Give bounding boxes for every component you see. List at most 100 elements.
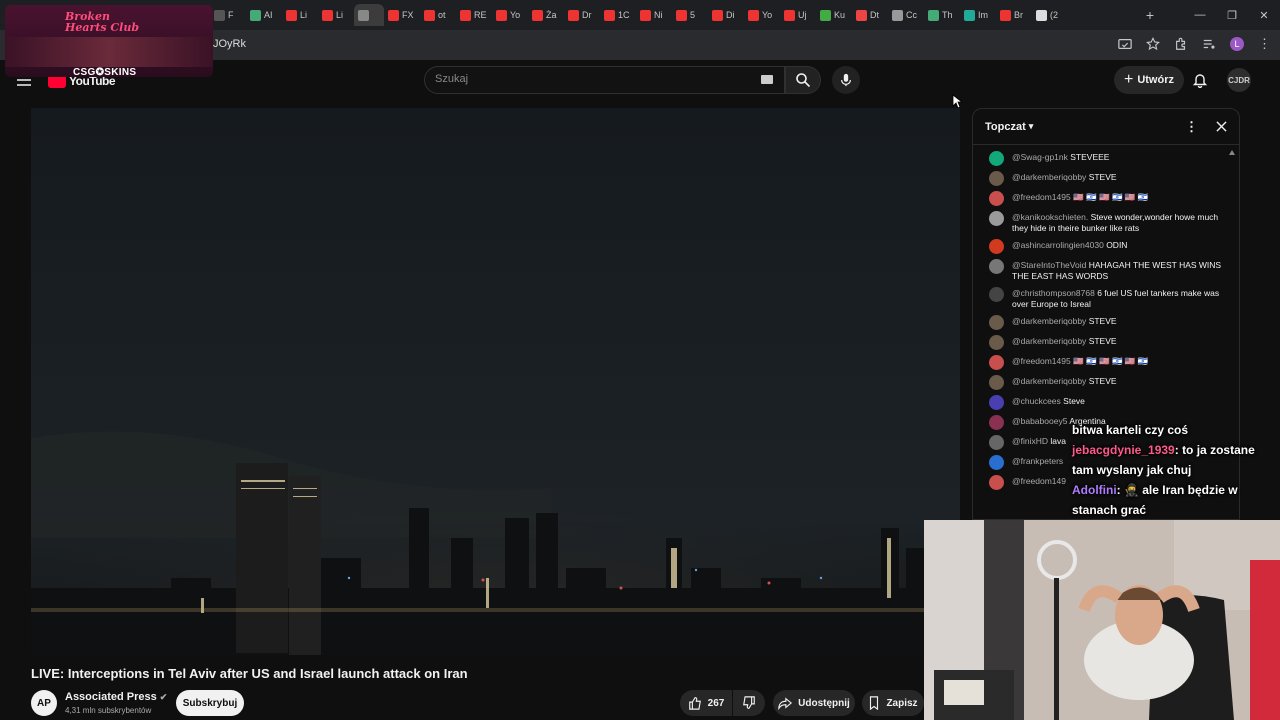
chat-author-name[interactable]: @darkemberiqobby (1012, 336, 1086, 346)
chat-author-name[interactable]: @ashincarrolingien4030 (1012, 240, 1104, 250)
browser-tab[interactable]: Ni (636, 4, 672, 26)
browser-tab[interactable]: Im (960, 4, 996, 26)
chat-mode-dropdown[interactable]: Topczat ▾ (985, 121, 1033, 133)
share-button[interactable]: Udostępnij (773, 690, 855, 716)
browser-tab[interactable]: Yo (744, 4, 780, 26)
chat-author-avatar[interactable] (989, 315, 1004, 330)
chat-author-name[interactable]: @freedom149 (1012, 476, 1066, 486)
tab-favicon-icon (604, 9, 615, 21)
browser-tab[interactable]: (2 (1032, 4, 1068, 26)
chat-author-avatar[interactable] (989, 435, 1004, 450)
browser-tab[interactable]: Di (708, 4, 744, 26)
chat-author-avatar[interactable] (989, 151, 1004, 166)
chat-message: @freedom1495 🇺🇸 🇮🇱 🇺🇸 🇮🇱 🇺🇸 🇮🇱 (973, 353, 1239, 373)
browser-tab[interactable]: ot (420, 4, 456, 26)
close-icon[interactable] (1216, 121, 1227, 132)
dislike-button[interactable] (733, 690, 765, 716)
browser-tab[interactable]: Ku (816, 4, 852, 26)
chat-author-name[interactable]: @chuckcees (1012, 396, 1061, 406)
chat-author-name[interactable]: @darkemberiqobby (1012, 376, 1086, 386)
chat-author-avatar[interactable] (989, 211, 1004, 226)
overlay-chat-line: Adolfini: 🥷 ale Iran będzie w stanach gr… (1072, 480, 1272, 520)
tab-label: Cc (906, 10, 917, 20)
chat-author-name[interactable]: @bababooey5 (1012, 416, 1067, 426)
chat-author-name[interactable]: @freedom1495 (1012, 192, 1071, 202)
search-input[interactable]: Szukaj (424, 66, 785, 94)
chat-author-name[interactable]: @freedom1495 (1012, 356, 1071, 366)
browser-tab[interactable]: Yo (492, 4, 528, 26)
tab-favicon-icon (568, 9, 579, 21)
bookmark-star-icon[interactable] (1146, 37, 1160, 51)
url-field[interactable]: JOyRk (213, 38, 246, 50)
video-player[interactable] (31, 108, 960, 655)
browser-tab[interactable]: 5 (672, 4, 708, 26)
keyboard-icon[interactable] (761, 75, 773, 84)
chat-author-avatar[interactable] (989, 475, 1004, 490)
browser-tab[interactable]: Cc (888, 4, 924, 26)
like-button[interactable]: 267 (680, 690, 732, 716)
account-avatar[interactable]: CJDR (1227, 68, 1251, 92)
chat-author-avatar[interactable] (989, 239, 1004, 254)
browser-tab[interactable]: Li (318, 4, 354, 26)
voice-search-button[interactable] (832, 66, 860, 94)
chat-author-avatar[interactable] (989, 335, 1004, 350)
chat-author-avatar[interactable] (989, 375, 1004, 390)
chat-header: Topczat ▾ ⋮ (973, 109, 1239, 145)
channel-avatar[interactable]: AP (31, 690, 57, 716)
chat-author-avatar[interactable] (989, 287, 1004, 302)
media-control-icon[interactable] (1202, 37, 1216, 51)
cast-icon[interactable] (1118, 37, 1132, 51)
browser-tab[interactable]: Th (924, 4, 960, 26)
browser-menu-icon[interactable]: ⋮ (1258, 37, 1271, 50)
browser-tab[interactable] (354, 4, 384, 26)
restore-button[interactable]: ❐ (1216, 9, 1248, 22)
bar-scene-image (5, 37, 213, 67)
chat-author-name[interactable]: @kanikookschieten. (1012, 212, 1088, 222)
new-tab-button[interactable]: + (1140, 7, 1160, 23)
chat-scrollbar[interactable] (1229, 149, 1235, 155)
browser-tab[interactable]: FX (384, 4, 420, 26)
tab-label: AI (264, 10, 273, 20)
chat-author-avatar[interactable] (989, 415, 1004, 430)
chat-author-avatar[interactable] (989, 355, 1004, 370)
browser-tab[interactable]: Dr (564, 4, 600, 26)
chat-author-name[interactable]: @darkemberiqobby (1012, 172, 1086, 182)
chat-author-name[interactable]: @christhompson8768 (1012, 288, 1095, 298)
city-skyline-image (31, 388, 960, 655)
notifications-button[interactable] (1188, 68, 1212, 92)
stream-badge: CSG✪SKINS (73, 67, 137, 77)
chat-author-name[interactable]: @Swag-gp1nk (1012, 152, 1068, 162)
browser-tab[interactable]: Li (282, 4, 318, 26)
chat-message-body: @StareIntoTheVoid HAHAGAH THE WEST HAS W… (1012, 260, 1223, 282)
chat-author-avatar[interactable] (989, 191, 1004, 206)
channel-name[interactable]: Associated Press ✔ (65, 691, 167, 703)
chat-author-avatar[interactable] (989, 455, 1004, 470)
browser-tab[interactable]: Uj (780, 4, 816, 26)
chat-author-name[interactable]: @darkemberiqobby (1012, 316, 1086, 326)
chat-author-name[interactable]: @StareIntoTheVoid (1012, 260, 1086, 270)
chat-author-name[interactable]: @frankpeters (1012, 456, 1063, 466)
create-button[interactable]: + Utwórz (1114, 66, 1184, 94)
chat-author-avatar[interactable] (989, 259, 1004, 274)
chat-more-options-icon[interactable]: ⋮ (1185, 119, 1198, 135)
chat-author-name[interactable]: @finixHD (1012, 436, 1048, 446)
chat-message-body: @darkemberiqobby STEVE (1012, 336, 1117, 347)
minimize-button[interactable]: — (1184, 9, 1216, 21)
profile-avatar[interactable]: L (1230, 37, 1244, 51)
browser-tab[interactable]: Dt (852, 4, 888, 26)
save-button[interactable]: Zapisz (862, 690, 924, 716)
chat-message-body: @kanikookschieten. Steve wonder,wonder h… (1012, 212, 1223, 234)
browser-tab[interactable]: RE (456, 4, 492, 26)
search-button[interactable] (785, 66, 821, 94)
chat-author-avatar[interactable] (989, 171, 1004, 186)
extensions-icon[interactable] (1174, 37, 1188, 51)
subscribe-button[interactable]: Subskrybuj (176, 690, 244, 716)
tab-favicon-icon (964, 9, 975, 21)
browser-tab[interactable]: 1C (600, 4, 636, 26)
browser-tab[interactable]: F (210, 4, 246, 26)
chat-author-avatar[interactable] (989, 395, 1004, 410)
browser-tab[interactable]: AI (246, 4, 282, 26)
browser-tab[interactable]: Ża (528, 4, 564, 26)
browser-tab[interactable]: Br (996, 4, 1032, 26)
close-window-button[interactable]: ✕ (1248, 9, 1280, 22)
